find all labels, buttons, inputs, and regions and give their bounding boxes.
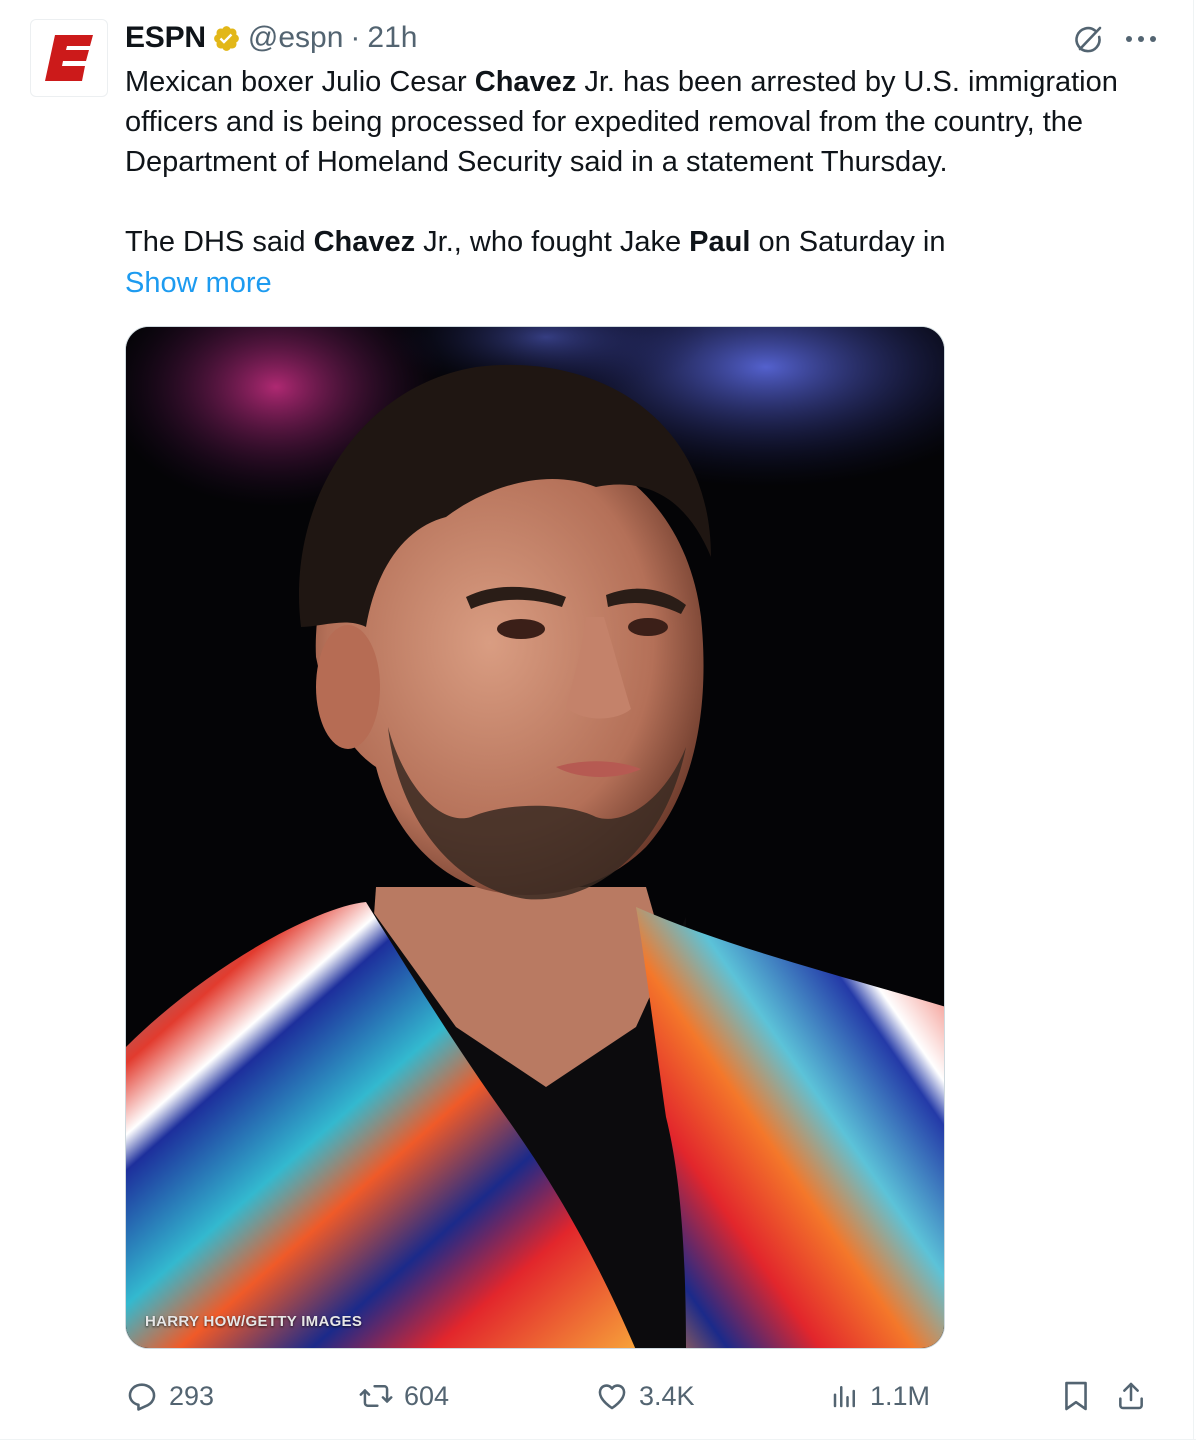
- share-button[interactable]: [1115, 1372, 1157, 1420]
- views-count: 1.1M: [870, 1380, 931, 1411]
- tweet-text: Mexican boxer Julio Cesar Chavez Jr. has…: [125, 62, 1175, 262]
- bookmark-icon: [1065, 1381, 1087, 1411]
- photo-credit: HARRY HOW/GETTY IMAGES: [145, 1313, 363, 1330]
- tweet[interactable]: ESPN @espn · 21h Mexican boxer Julio Ces…: [0, 0, 1194, 1440]
- tweet-header: ESPN @espn · 21h: [125, 18, 417, 58]
- like-button[interactable]: 3.4K: [595, 1372, 695, 1420]
- highlight-paul: Paul: [689, 226, 751, 258]
- show-more-link[interactable]: Show more: [125, 263, 272, 303]
- author-handle[interactable]: @espn: [248, 21, 344, 55]
- boxer-photo-illustration: [126, 327, 944, 1348]
- views-button[interactable]: 1.1M: [830, 1372, 930, 1420]
- analytics-icon: [833, 1386, 855, 1408]
- tweet-paragraph-2: The DHS said Chavez Jr., who fought Jake…: [125, 226, 946, 258]
- action-bar: 293 604 3.4K 1.1M: [125, 1372, 1175, 1420]
- header-separator: ·: [350, 21, 361, 54]
- highlight-chavez: Chavez: [474, 66, 577, 98]
- reply-count: 293: [169, 1380, 215, 1411]
- tweet-time[interactable]: 21h: [367, 21, 417, 55]
- avatar[interactable]: [30, 19, 108, 97]
- heart-icon: [598, 1384, 626, 1410]
- like-count: 3.4K: [639, 1380, 695, 1411]
- grok-icon[interactable]: [1068, 20, 1108, 60]
- reply-button[interactable]: 293: [125, 1372, 214, 1420]
- repost-button[interactable]: 604: [358, 1372, 449, 1420]
- highlight-chavez: Chavez: [313, 226, 416, 258]
- share-icon: [1119, 1382, 1143, 1410]
- more-options-icon[interactable]: [1118, 22, 1164, 56]
- verified-badge-icon[interactable]: [212, 24, 241, 53]
- bookmark-button[interactable]: [1061, 1372, 1101, 1420]
- tweet-paragraph-1: Mexican boxer Julio Cesar Chavez Jr. has…: [125, 66, 1118, 178]
- repost-count: 604: [404, 1380, 450, 1411]
- author-name[interactable]: ESPN: [125, 21, 206, 55]
- reply-icon: [128, 1383, 156, 1411]
- espn-logo-icon: [45, 35, 93, 81]
- tweet-photo[interactable]: HARRY HOW/GETTY IMAGES: [125, 326, 945, 1349]
- repost-icon: [359, 1385, 393, 1407]
